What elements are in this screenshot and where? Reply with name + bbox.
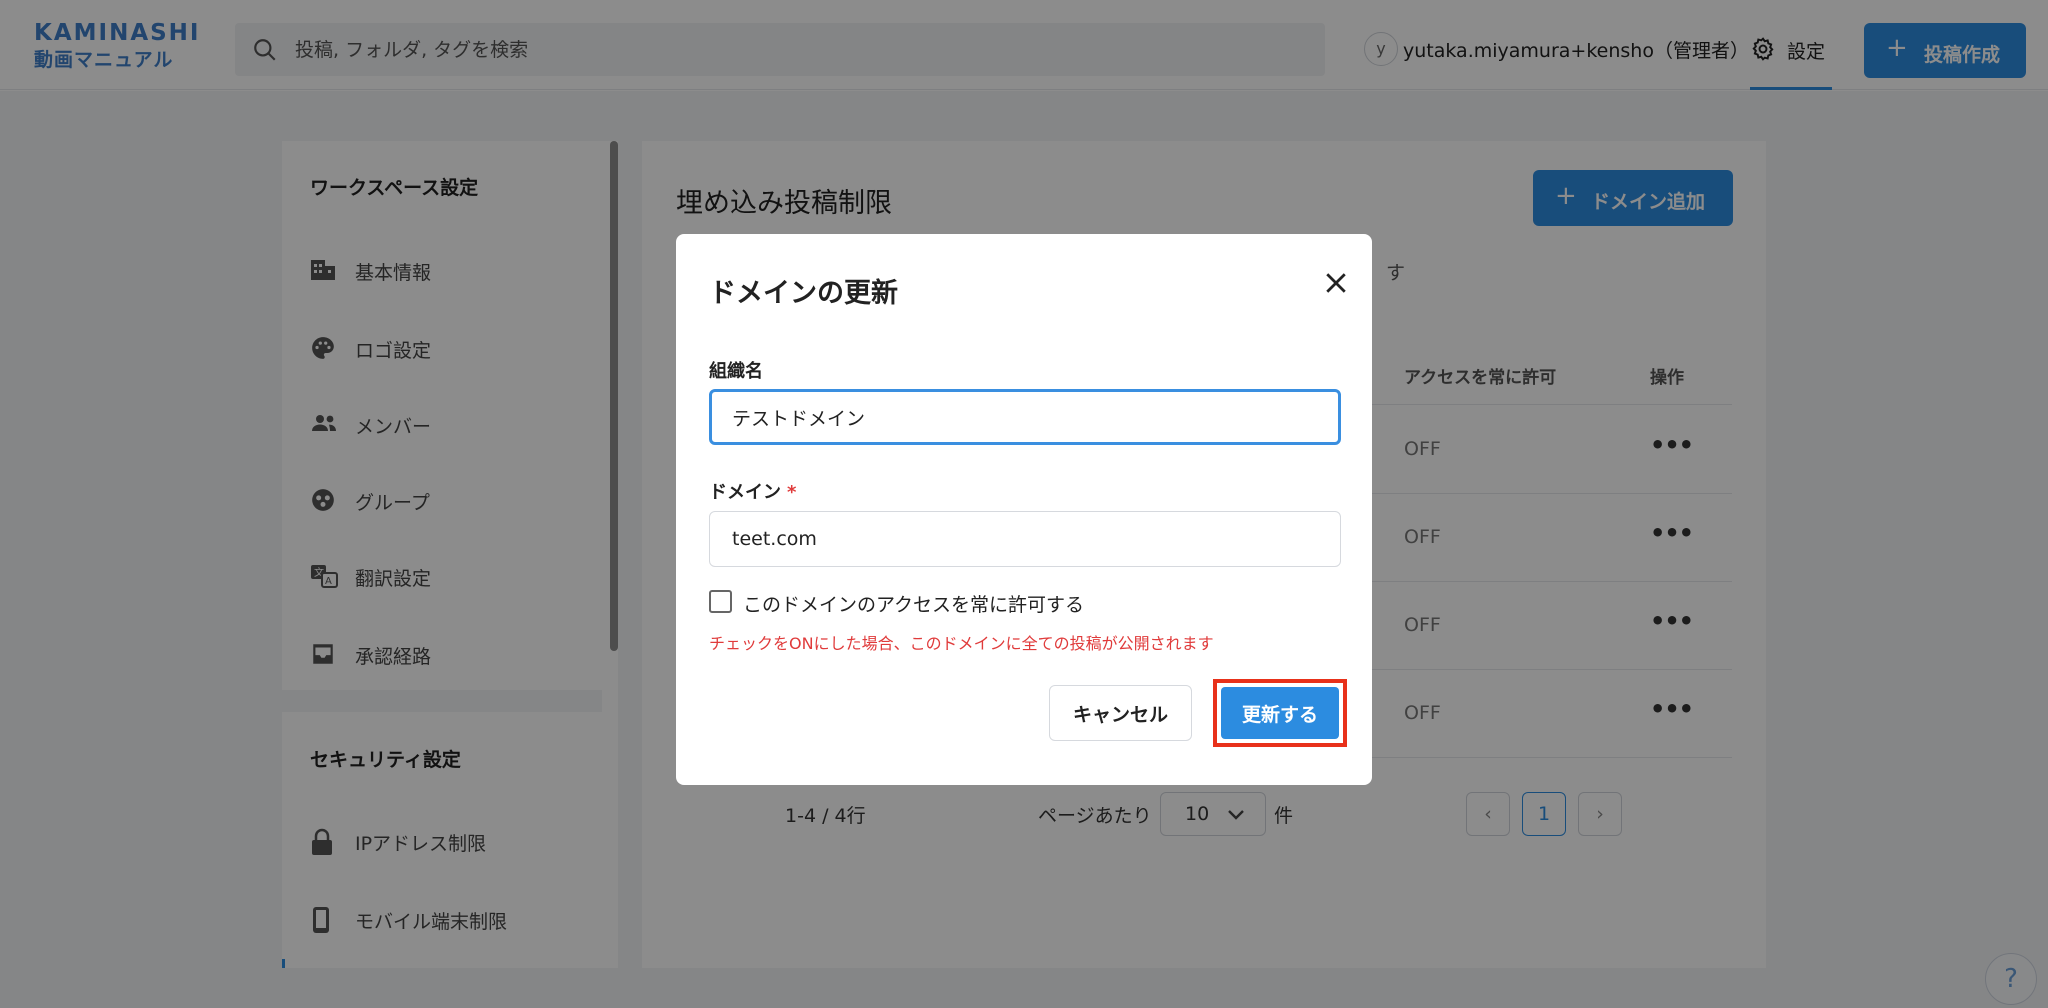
always-allow-checkbox[interactable] <box>709 590 732 613</box>
update-button[interactable]: 更新する <box>1221 687 1339 739</box>
close-icon[interactable] <box>1321 268 1351 298</box>
domain-label-text: ドメイン <box>709 482 781 503</box>
organization-name-input[interactable] <box>709 389 1341 445</box>
dialog-title: ドメインの更新 <box>709 278 898 309</box>
required-mark: * <box>787 482 797 503</box>
domain-label: ドメイン * <box>709 478 796 504</box>
domain-input[interactable] <box>709 511 1341 567</box>
update-button-highlight: 更新する <box>1213 679 1347 747</box>
always-allow-checkbox-label[interactable]: このドメインのアクセスを常に許可する <box>743 590 1084 617</box>
warning-message: チェックをONにした場合、このドメインに全ての投稿が公開されます <box>709 634 1214 653</box>
cancel-button[interactable]: キャンセル <box>1049 685 1192 741</box>
organization-name-label: 組織名 <box>709 361 763 382</box>
update-domain-dialog: ドメインの更新 組織名 ドメイン * このドメインのアクセスを常に許可する チェッ… <box>676 234 1372 785</box>
